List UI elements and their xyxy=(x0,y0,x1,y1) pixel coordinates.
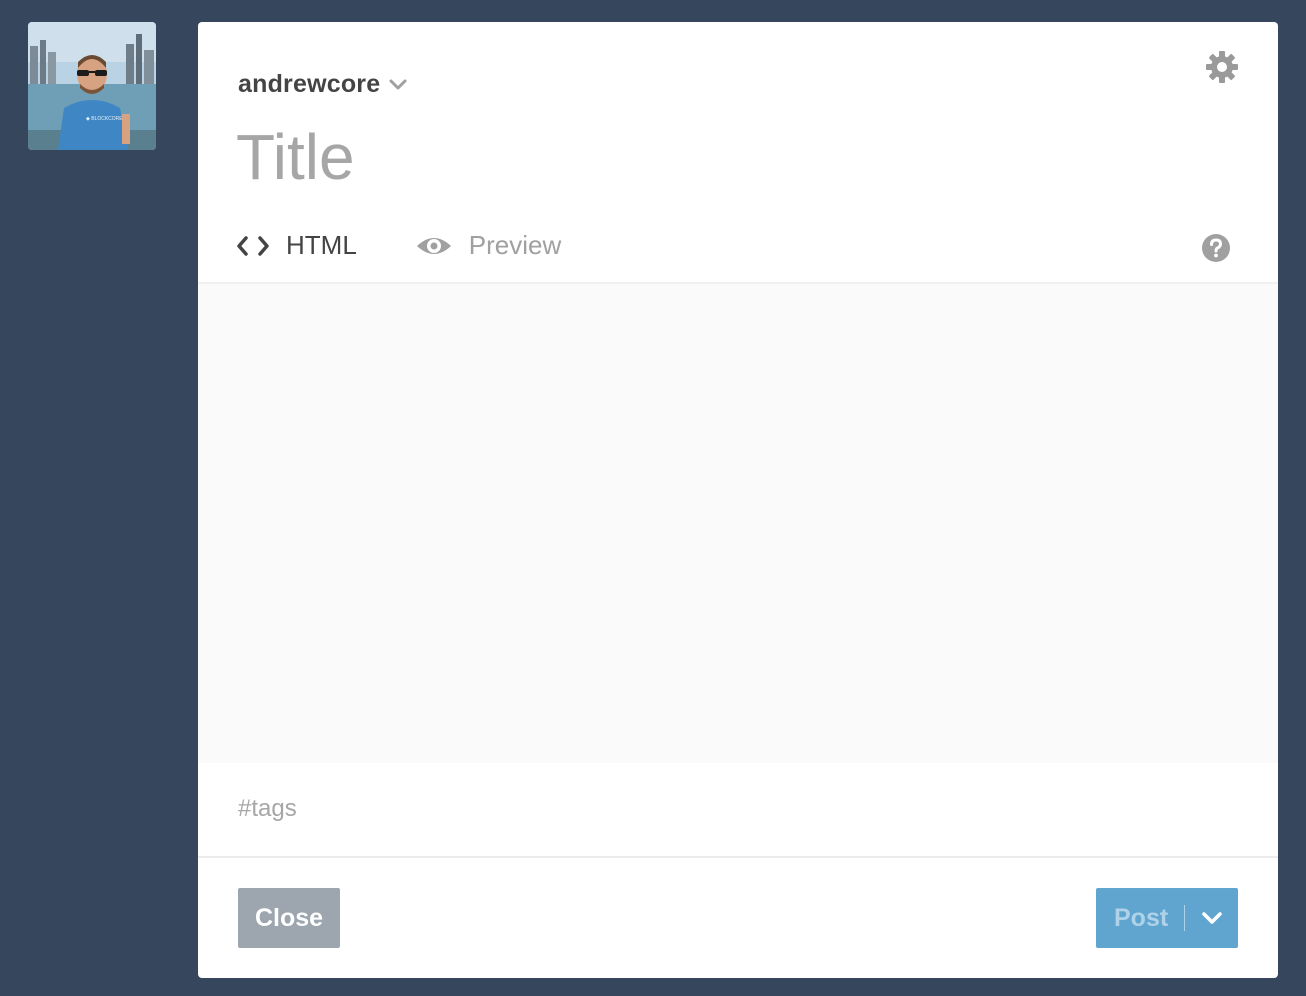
post-composer: andrewcore Title HTML Preview #tags Clos… xyxy=(198,22,1278,978)
gear-icon[interactable] xyxy=(1204,49,1240,85)
help-icon[interactable] xyxy=(1202,234,1230,262)
eye-icon xyxy=(416,237,451,254)
chevron-down-icon xyxy=(1201,912,1222,924)
tab-preview-label: Preview xyxy=(468,230,562,260)
tab-preview[interactable]: Preview xyxy=(415,230,561,261)
html-editor-area[interactable] xyxy=(198,284,1278,763)
tab-html-label: HTML xyxy=(286,230,357,260)
close-button[interactable]: Close xyxy=(238,888,340,948)
avatar-image: ◆ BLOCKCORE xyxy=(28,22,156,150)
svg-text:◆ BLOCKCORE: ◆ BLOCKCORE xyxy=(86,116,123,122)
divider xyxy=(198,856,1278,858)
editor-mode-tabs: HTML Preview xyxy=(236,230,561,261)
post-options-dropdown[interactable] xyxy=(1185,888,1238,948)
tab-html[interactable]: HTML xyxy=(236,230,357,261)
post-button[interactable]: Post xyxy=(1096,888,1184,948)
chevron-down-icon xyxy=(389,79,407,89)
title-input[interactable] xyxy=(236,120,1216,194)
avatar[interactable]: ◆ BLOCKCORE xyxy=(28,22,156,150)
code-icon xyxy=(237,235,269,256)
blog-name: andrewcore xyxy=(238,70,381,98)
post-button-group: Post xyxy=(1096,888,1238,948)
blog-selector[interactable]: andrewcore xyxy=(238,70,408,99)
tags-input[interactable] xyxy=(238,792,1138,826)
